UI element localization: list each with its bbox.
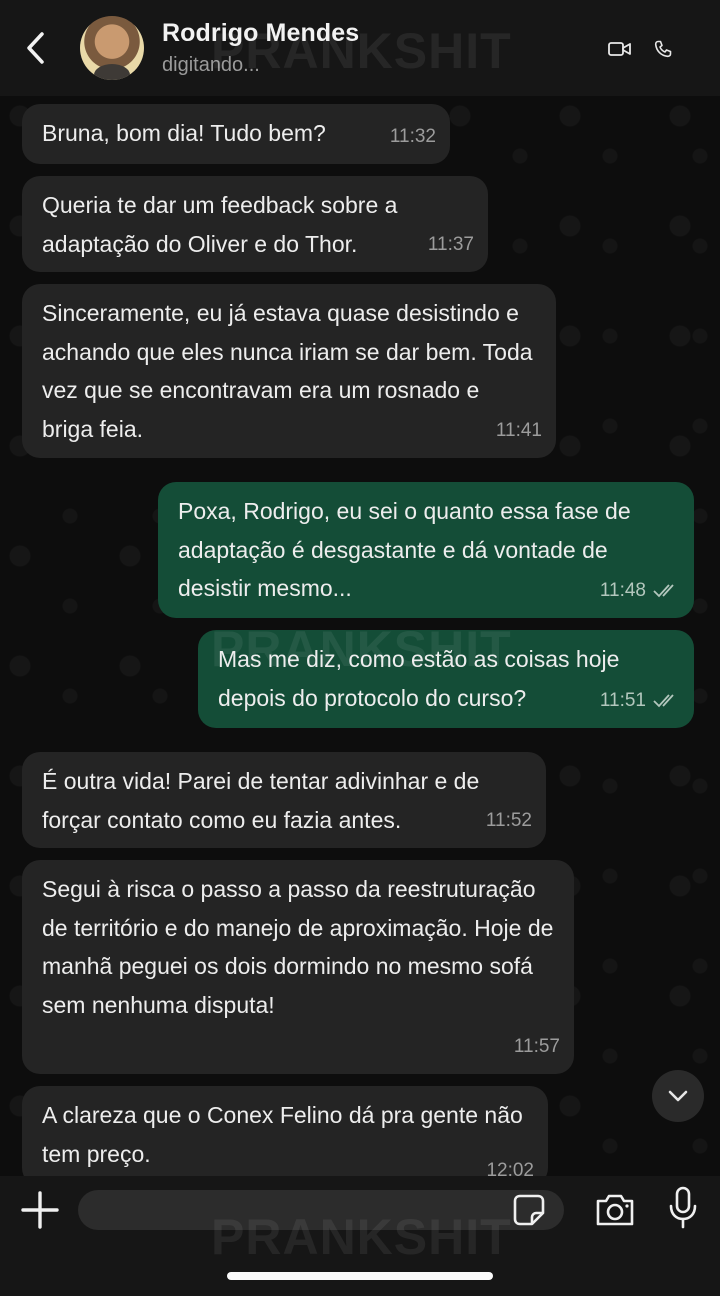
phone-icon[interactable]: [654, 40, 672, 58]
header-actions: [608, 40, 672, 58]
message-bubble[interactable]: Segui à risca o passo a passo da reestru…: [22, 860, 574, 1074]
message-input[interactable]: [78, 1190, 564, 1230]
message-time: 11:52: [485, 809, 532, 831]
message-bubble[interactable]: Bruna, bom dia! Tudo bem? 11:32: [22, 104, 450, 164]
message-bubble[interactable]: É outra vida! Parei de tentar adivinhar …: [22, 752, 546, 848]
message-text: Poxa, Rodrigo, eu sei o quanto essa fase…: [178, 498, 631, 601]
message-bubble-outgoing[interactable]: Mas me diz, como estão as coisas hoje de…: [198, 630, 694, 728]
message-list[interactable]: Bruna, bom dia! Tudo bem? 11:32 Queria t…: [0, 96, 720, 1176]
sticker-icon[interactable]: [512, 1193, 546, 1227]
message-time: 11:41: [495, 419, 542, 441]
message-bubble[interactable]: Queria te dar um feedback sobre a adapta…: [22, 176, 488, 272]
message-text: Sinceramente, eu já estava quase desisti…: [42, 300, 533, 442]
chat-header: Rodrigo Mendes digitando... PRANKSHIT: [0, 0, 720, 96]
message-time: 11:32: [389, 125, 436, 147]
back-arrow-icon: [27, 32, 44, 64]
message-text: A clareza que o Conex Felino dá pra gent…: [42, 1102, 523, 1167]
message-text: Bruna, bom dia! Tudo bem?: [42, 120, 326, 146]
message-text: Queria te dar um feedback sobre a adapta…: [42, 192, 398, 257]
camera-icon[interactable]: [594, 1192, 636, 1228]
double-check-icon: [653, 694, 674, 708]
contact-info[interactable]: Rodrigo Mendes digitando...: [162, 19, 359, 77]
message-time: 11:37: [427, 233, 474, 255]
message-text: É outra vida! Parei de tentar adivinhar …: [42, 768, 480, 833]
plus-icon[interactable]: [20, 1190, 60, 1230]
contact-name: Rodrigo Mendes: [162, 19, 360, 47]
contact-avatar[interactable]: [80, 16, 144, 80]
home-indicator[interactable]: [227, 1272, 493, 1280]
message-time: 11:48: [600, 572, 680, 611]
message-time: 12:02: [486, 1159, 534, 1177]
message-text: Mas me diz, como estão as coisas hoje de…: [218, 646, 620, 711]
double-check-icon: [653, 584, 674, 598]
message-text: Segui à risca o passo a passo da reestru…: [42, 876, 554, 1018]
video-call-icon[interactable]: [608, 41, 632, 57]
message-bubble[interactable]: A clareza que o Conex Felino dá pra gent…: [22, 1086, 548, 1176]
message-time: 11:57: [513, 1035, 560, 1057]
microphone-icon[interactable]: [668, 1186, 698, 1230]
message-time: 11:51: [600, 682, 680, 721]
chevron-down-icon: [668, 1090, 688, 1102]
scroll-to-bottom-button[interactable]: [652, 1070, 704, 1122]
message-composer: PRANKSHIT: [0, 1176, 720, 1296]
back-button[interactable]: [0, 0, 70, 96]
message-bubble-outgoing[interactable]: Poxa, Rodrigo, eu sei o quanto essa fase…: [158, 482, 694, 618]
contact-status: digitando...: [162, 54, 260, 76]
message-bubble[interactable]: Sinceramente, eu já estava quase desisti…: [22, 284, 556, 458]
